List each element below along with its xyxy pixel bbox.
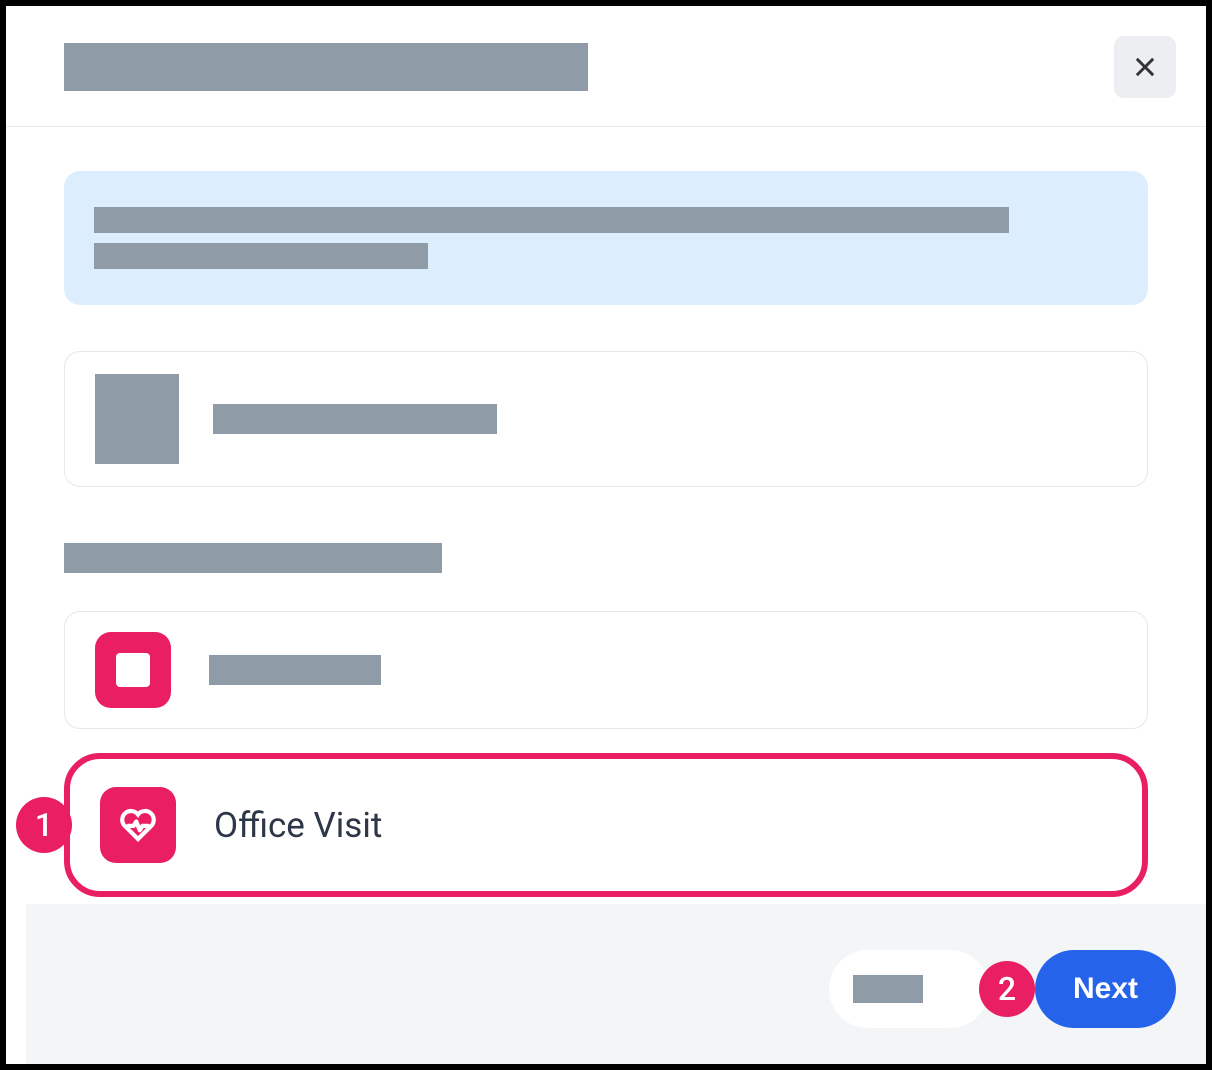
option-office-visit-label: Office Visit <box>214 805 382 846</box>
option-1-label <box>209 655 381 685</box>
dialog-title <box>64 43 588 91</box>
summary-card-text <box>213 404 497 434</box>
callout-badge-1: 1 <box>16 797 72 853</box>
dialog-footer: 2 Next <box>26 904 1206 1064</box>
banner-text-line-2 <box>94 243 428 269</box>
back-button-label <box>853 975 923 1003</box>
close-icon <box>1131 53 1159 81</box>
option-card-1[interactable] <box>64 611 1148 729</box>
back-button[interactable] <box>829 950 989 1028</box>
option-card-office-visit[interactable]: 1 Office Visit <box>64 753 1148 897</box>
banner-text-line-1 <box>94 207 1009 233</box>
heart-pulse-icon <box>117 804 159 846</box>
next-button[interactable]: Next <box>1035 950 1176 1028</box>
dialog-content: 1 Office Visit <box>6 127 1206 897</box>
option-office-visit-icon-box <box>100 787 176 863</box>
info-banner <box>64 171 1148 305</box>
dialog-header <box>6 6 1206 127</box>
section-heading <box>64 543 442 573</box>
close-button[interactable] <box>1114 36 1176 98</box>
option-1-icon-box <box>95 632 171 708</box>
square-icon <box>116 653 150 687</box>
summary-card[interactable] <box>64 351 1148 487</box>
summary-card-icon <box>95 374 179 464</box>
callout-badge-2: 2 <box>979 961 1035 1017</box>
